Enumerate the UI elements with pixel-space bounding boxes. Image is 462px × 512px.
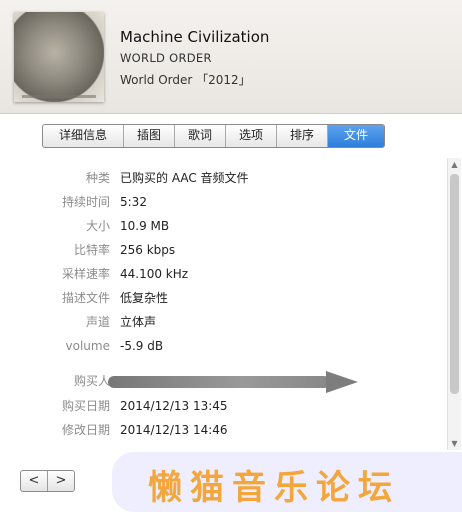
track-artist: WORLD ORDER bbox=[120, 51, 212, 65]
info-label: volume bbox=[65, 339, 110, 353]
info-value: 已购买的 AAC 音频文件 bbox=[120, 171, 249, 185]
info-label: 大小 bbox=[85, 219, 110, 233]
info-row-duration: 持续时间 5:32 bbox=[0, 192, 440, 212]
track-nav-buttons: < > bbox=[20, 470, 75, 492]
vertical-scrollbar[interactable]: ▲ ▼ bbox=[447, 158, 461, 450]
info-value: 5:32 bbox=[120, 195, 147, 209]
info-row-sample-rate: 采样速率 44.100 kHz bbox=[0, 264, 440, 284]
info-label: 声道 bbox=[85, 315, 110, 329]
tab-options[interactable]: 选项 bbox=[226, 125, 277, 147]
info-label: 采样速率 bbox=[61, 267, 110, 281]
info-label: 种类 bbox=[85, 171, 110, 185]
info-value: 10.9 MB bbox=[120, 219, 170, 233]
info-row-profile: 描述文件 低复杂性 bbox=[0, 288, 440, 308]
info-row-bitrate: 比特率 256 kbps bbox=[0, 240, 440, 260]
info-row-size: 大小 10.9 MB bbox=[0, 216, 440, 236]
info-label: 购买日期 bbox=[61, 399, 110, 413]
scroll-thumb[interactable] bbox=[450, 174, 459, 394]
info-row-kind: 种类 已购买的 AAC 音频文件 bbox=[0, 168, 440, 188]
info-label: 比特率 bbox=[73, 243, 110, 257]
info-row-modified-date: 修改日期 2014/12/13 14:46 bbox=[0, 420, 440, 440]
info-value: 立体声 bbox=[120, 315, 157, 329]
info-label: 修改日期 bbox=[61, 423, 110, 437]
track-title: Machine Civilization bbox=[120, 28, 270, 46]
tab-details[interactable]: 详细信息 bbox=[43, 125, 124, 147]
previous-track-button[interactable]: < bbox=[21, 471, 48, 491]
info-label: 购买人 bbox=[73, 374, 110, 388]
redaction-arrow-head bbox=[326, 371, 358, 393]
artwork-caption-strip bbox=[22, 95, 96, 98]
info-label: 描述文件 bbox=[61, 291, 110, 305]
redaction-arrow-bar bbox=[108, 376, 330, 388]
track-header: Machine Civilization WORLD ORDER World O… bbox=[0, 0, 462, 114]
tab-sorting[interactable]: 排序 bbox=[277, 125, 328, 147]
scroll-down-arrow-icon[interactable]: ▼ bbox=[448, 437, 461, 450]
info-label: 持续时间 bbox=[61, 195, 110, 209]
watermark-text: 懒猫音乐论坛 bbox=[148, 468, 400, 508]
tab-artwork[interactable]: 插图 bbox=[124, 125, 175, 147]
scroll-up-arrow-icon[interactable]: ▲ bbox=[448, 158, 461, 171]
info-value: 44.100 kHz bbox=[120, 267, 189, 281]
info-value: 低复杂性 bbox=[120, 291, 169, 305]
tab-file[interactable]: 文件 bbox=[328, 125, 384, 147]
info-value: 2014/12/13 14:46 bbox=[120, 423, 228, 437]
forum-watermark: 懒猫音乐论坛 bbox=[112, 452, 462, 512]
info-value: 2014/12/13 13:45 bbox=[120, 399, 228, 413]
track-album: World Order 「2012」 bbox=[120, 73, 251, 87]
info-row-purchase-date: 购买日期 2014/12/13 13:45 bbox=[0, 396, 440, 416]
info-row-volume: volume -5.9 dB bbox=[0, 336, 440, 356]
info-tab-bar: 详细信息 插图 歌词 选项 排序 文件 bbox=[42, 124, 385, 148]
info-row-channels: 声道 立体声 bbox=[0, 312, 440, 332]
tab-lyrics[interactable]: 歌词 bbox=[175, 125, 226, 147]
album-artwork bbox=[14, 12, 104, 102]
info-value: -5.9 dB bbox=[120, 339, 164, 353]
info-value: 256 kbps bbox=[120, 243, 176, 257]
next-track-button[interactable]: > bbox=[48, 471, 74, 491]
